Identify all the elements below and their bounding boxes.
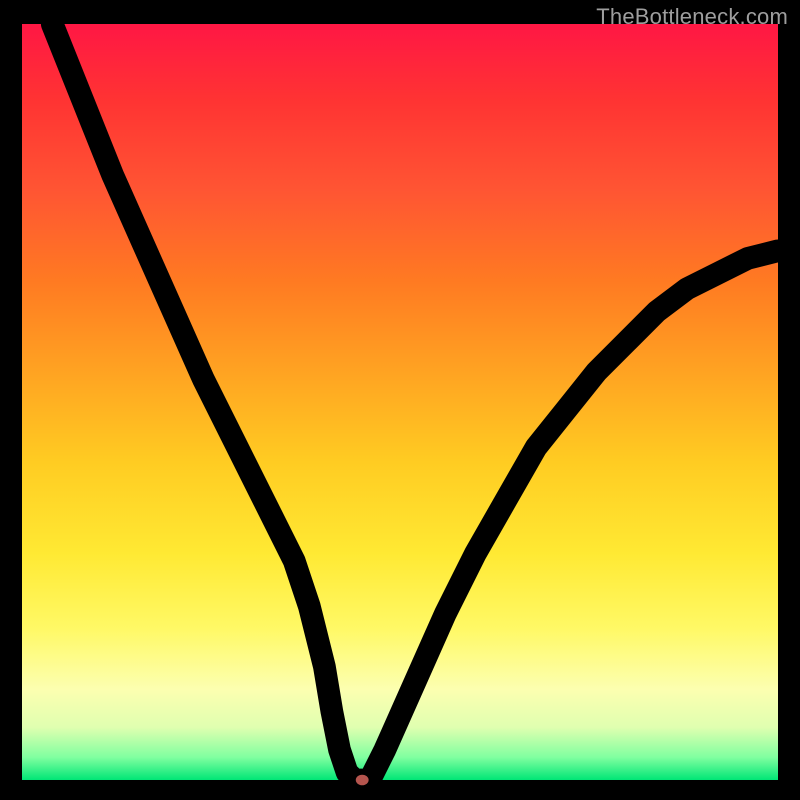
min-marker <box>356 775 369 786</box>
watermark-text: TheBottleneck.com <box>596 4 788 30</box>
plot-area <box>22 24 778 780</box>
bottleneck-curve <box>52 24 778 780</box>
curve-svg <box>22 24 778 780</box>
chart-container: TheBottleneck.com <box>0 0 800 800</box>
